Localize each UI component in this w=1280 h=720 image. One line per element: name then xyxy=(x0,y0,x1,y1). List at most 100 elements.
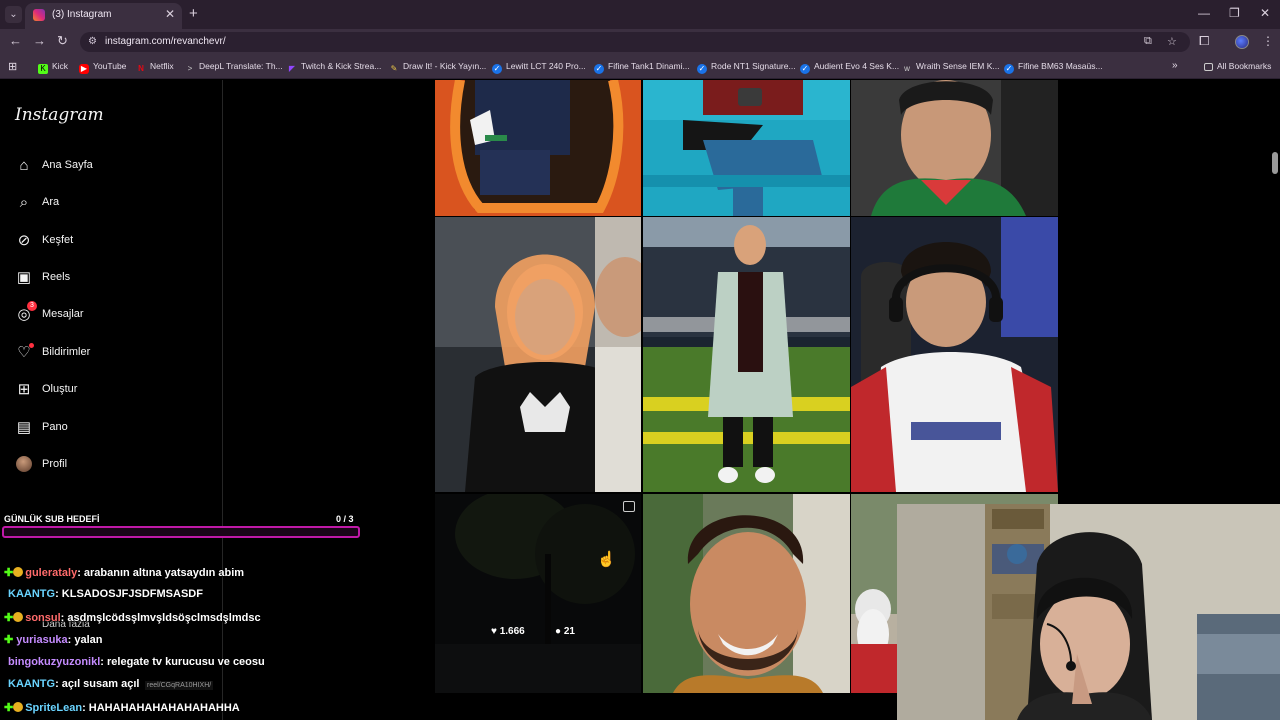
instagram-logo[interactable]: Instagram xyxy=(15,105,104,125)
heart-filled-icon: ♥ xyxy=(491,626,500,637)
chat-message: ✚ gulerataly: arabanın altına yatsaydın a… xyxy=(4,567,245,579)
nav-profile-label: Profil xyxy=(42,458,68,470)
bookmarks-bar: ⊞ K Kick ▶ YouTube N Netflix > DeepL Transla… xyxy=(0,55,1280,79)
bookmark-youtube[interactable]: ▶ YouTube xyxy=(79,61,126,74)
chat-message: ✚ sonsul: asdmşlcödsşlmvşldsöşclmsdşlmdsc xyxy=(4,612,261,624)
post-thumbnail[interactable] xyxy=(435,80,641,216)
menu-kebab-icon[interactable]: ⋮ xyxy=(1262,34,1274,48)
install-app-icon[interactable]: ⧉ xyxy=(1144,35,1152,48)
reel-indicator-icon xyxy=(623,501,635,512)
dashboard-icon: ▤ xyxy=(16,419,32,436)
link-preview: reel/CGqRA10HIXH/ xyxy=(145,681,214,690)
badge-icon xyxy=(13,612,24,622)
post-thumbnail-hovered[interactable] xyxy=(435,494,641,693)
nav-notifications-label: Bildirimler xyxy=(42,346,91,358)
bookmark-twitch-kick[interactable]: ◤ Twitch & Kick Strea... xyxy=(287,61,381,74)
address-bar[interactable]: ⚙ instagram.com/revanchevr/ ⧉ ☆ xyxy=(80,32,1190,52)
bookmark-draw-it[interactable]: ✎ Draw It! - Kick Yayın... xyxy=(389,61,487,74)
post-thumbnail[interactable] xyxy=(435,217,641,492)
bookmark-rode[interactable]: ✓ Rode NT1 Signature... xyxy=(697,61,796,74)
plus-square-icon: ⊞ xyxy=(17,381,31,398)
wraith-icon: w xyxy=(904,64,910,73)
minimize-icon[interactable]: — xyxy=(1198,6,1210,20)
nav-search-label: Ara xyxy=(42,196,60,208)
chat-message: bingokuzyuzonikl: relegate tv kurucusu v… xyxy=(8,656,265,668)
post-thumbnail[interactable] xyxy=(643,494,850,693)
post-thumbnail[interactable] xyxy=(643,80,850,216)
bookmark-wraith[interactable]: w Wraith Sense IEM K... xyxy=(902,61,999,74)
badge-icon xyxy=(13,702,24,712)
youtube-icon: ▶ xyxy=(79,64,89,74)
netflix-icon: N xyxy=(138,64,144,73)
all-bookmarks[interactable]: All Bookmarks xyxy=(1204,61,1271,71)
nav-dashboard-label: Pano xyxy=(42,421,68,433)
apps-grid-icon[interactable]: ⊞ xyxy=(8,60,17,73)
bookmark-netflix[interactable]: N Netflix xyxy=(136,61,174,74)
chat-message: ✚ SpriteLean: HAHAHAHAHAHAHAHAHHA xyxy=(4,702,240,714)
chat-message: ✚ yuriasuka: yalan xyxy=(4,634,103,646)
bookmark-kick[interactable]: K Kick xyxy=(38,61,68,74)
post-comments: ● 21 xyxy=(555,626,575,637)
nav-messages-label: Mesajlar xyxy=(42,308,84,320)
folder-icon xyxy=(1204,63,1213,71)
check-badge-icon: ✓ xyxy=(1004,64,1014,74)
twitch-icon: ◤ xyxy=(288,64,296,73)
sub-goal-value: 0 / 3 xyxy=(336,514,354,524)
badge-icon xyxy=(13,567,24,577)
check-badge-icon: ✓ xyxy=(492,64,502,74)
bookmark-star-icon[interactable]: ☆ xyxy=(1167,35,1177,48)
bookmarks-overflow-icon[interactable]: » xyxy=(1172,60,1178,71)
hand-cursor-icon: ☝ xyxy=(597,551,616,568)
tab-title: (3) Instagram xyxy=(52,9,112,20)
draw-it-icon: ✎ xyxy=(390,64,398,73)
restore-icon[interactable]: ❐ xyxy=(1229,6,1240,20)
deepl-icon: > xyxy=(187,64,193,73)
bookmark-deepl[interactable]: > DeepL Translate: Th... xyxy=(185,61,283,74)
comment-bubble-icon: ● xyxy=(555,626,564,637)
sub-goal-progress-bar xyxy=(2,526,360,538)
back-icon[interactable]: ← xyxy=(9,33,22,48)
nav-create-label: Oluştur xyxy=(42,383,78,395)
search-icon: ⌕ xyxy=(19,194,29,211)
check-badge-icon: ✓ xyxy=(800,64,810,74)
home-icon: ⌂ xyxy=(19,157,29,174)
nav-home-label: Ana Sayfa xyxy=(42,159,93,171)
webcam-overlay xyxy=(897,504,1280,720)
chat-message: KAANTG: açıl susam açıl xyxy=(8,678,140,690)
check-badge-icon: ✓ xyxy=(594,64,604,74)
extensions-icon[interactable]: ⧠ xyxy=(1199,33,1209,49)
url-text: instagram.com/revanchevr/ xyxy=(105,36,226,47)
kick-icon: K xyxy=(38,64,48,74)
bookmark-fifine-tank[interactable]: ✓ Fifine Tank1 Dinami... xyxy=(594,61,690,74)
close-window-icon[interactable]: ✕ xyxy=(1260,6,1270,20)
chat-message: KAANTG: KLSADOSJFJSDFMSASDF xyxy=(8,588,203,600)
post-likes: ♥ 1.666 xyxy=(491,626,525,637)
messages-badge: 3 xyxy=(27,301,37,311)
chrome-profile-avatar[interactable] xyxy=(1235,35,1249,49)
profile-avatar xyxy=(16,456,32,472)
notification-dot xyxy=(29,343,34,348)
sub-goal-title: GÜNLÜK SUB HEDEFİ xyxy=(4,514,100,524)
nav-reels-label: Reels xyxy=(42,271,71,283)
tab-instagram[interactable]: (3) Instagram ✕ xyxy=(25,3,182,29)
post-thumbnail[interactable] xyxy=(851,80,1058,216)
compass-icon: ⊘ xyxy=(17,232,31,249)
bookmark-lewitt[interactable]: ✓ Lewitt LCT 240 Pro... xyxy=(492,61,586,74)
browser-tab-bar: ⌄ (3) Instagram ✕ + — ❐ ✕ xyxy=(0,0,1280,29)
reload-icon[interactable]: ↻ xyxy=(57,33,68,49)
check-badge-icon: ✓ xyxy=(697,64,707,74)
new-tab-icon[interactable]: + xyxy=(189,5,198,22)
nav-explore-label: Keşfet xyxy=(42,234,74,246)
forward-icon[interactable]: → xyxy=(33,33,46,48)
tab-search-dropdown[interactable]: ⌄ xyxy=(5,6,22,23)
page-scrollbar-thumb[interactable] xyxy=(1272,152,1278,174)
browser-toolbar: ← → ↻ ⚙ instagram.com/revanchevr/ ⧉ ☆ ⧠ … xyxy=(0,29,1280,55)
reels-icon: ▣ xyxy=(16,269,32,286)
bookmark-audient[interactable]: ✓ Audient Evo 4 Ses K... xyxy=(800,61,899,74)
tab-close-icon[interactable]: ✕ xyxy=(165,7,175,21)
instagram-favicon-icon xyxy=(33,9,45,21)
post-thumbnail[interactable] xyxy=(643,217,850,492)
bookmark-fifine-bm63[interactable]: ✓ Fifine BM63 Masaüs... xyxy=(1004,61,1103,74)
post-thumbnail[interactable] xyxy=(851,217,1058,492)
site-info-icon[interactable]: ⚙ xyxy=(88,36,97,47)
